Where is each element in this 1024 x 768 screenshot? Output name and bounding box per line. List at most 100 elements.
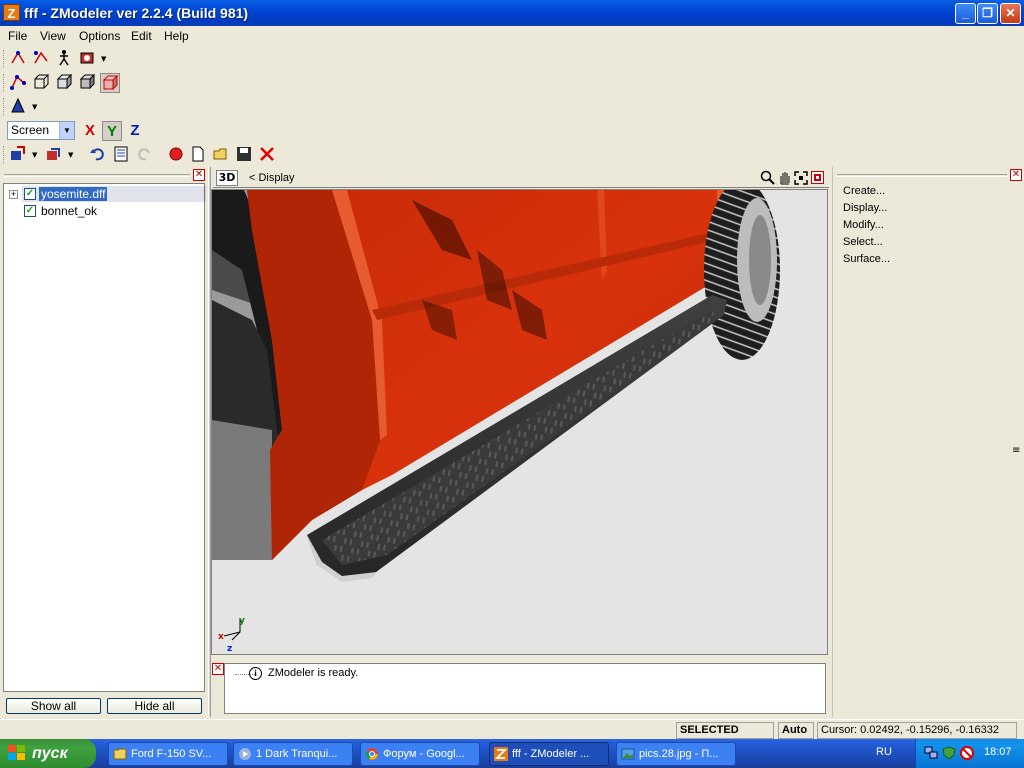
close-log-icon[interactable]: ✕ [212, 663, 224, 675]
chevron-down-icon[interactable]: ▼ [59, 122, 74, 139]
new-file-icon[interactable] [188, 145, 208, 165]
maximize-viewport-icon[interactable] [811, 171, 824, 184]
toolbar-select: ▼ [0, 47, 1024, 71]
import-icon[interactable] [8, 145, 28, 165]
coord-system-value: Screen [11, 123, 50, 137]
task-image-viewer[interactable]: pics.28.jpg - П... [616, 742, 736, 766]
coord-system-select[interactable]: Screen ▼ [7, 121, 75, 140]
cone-primitive-icon[interactable] [8, 97, 28, 117]
auto-indicator[interactable]: Auto [778, 722, 814, 739]
flat-cube-icon[interactable] [54, 73, 74, 93]
fit-view-icon[interactable] [793, 170, 809, 186]
close-panel-icon[interactable]: ✕ [193, 169, 205, 181]
history-list-icon[interactable] [111, 145, 131, 165]
export-icon[interactable] [44, 145, 64, 165]
task-folder-ford[interactable]: Ford F-150 SV... [108, 742, 228, 766]
expand-plus-icon[interactable]: + [9, 190, 18, 199]
menu-options[interactable]: Options [79, 29, 120, 43]
maximize-button[interactable]: ❐ [977, 3, 998, 24]
axis-x-button[interactable]: X [80, 121, 100, 141]
pan-hand-icon[interactable] [777, 170, 793, 186]
command-display[interactable]: Display... [843, 202, 887, 214]
minimize-button[interactable]: _ [955, 3, 976, 24]
create-dropdown-arrow-icon[interactable]: ▼ [32, 97, 37, 117]
redo-icon[interactable] [134, 145, 154, 165]
gizmo-x-label: x [218, 632, 224, 642]
scene-render [212, 190, 827, 654]
axis-y-button[interactable]: Y [102, 121, 122, 141]
save-icon[interactable] [234, 145, 254, 165]
hide-all-button[interactable]: Hide all [107, 698, 202, 714]
wire-cube-icon[interactable] [31, 73, 51, 93]
select-walker-icon[interactable] [54, 49, 74, 69]
zmodeler-app-icon[interactable]: Z [3, 4, 20, 21]
log-output[interactable]: i ZModeler is ready. [224, 663, 826, 714]
cursor-readout: Cursor: 0.02492, -0.15296, -0.16332 [817, 722, 1017, 739]
checkbox-icon[interactable]: ✓ [24, 205, 36, 217]
command-surface[interactable]: Surface... [843, 253, 890, 265]
select-dropdown-arrow-icon[interactable]: ▼ [101, 49, 106, 69]
task-chrome-forum[interactable]: Форум - Googl... [360, 742, 480, 766]
menu-edit[interactable]: Edit [131, 29, 152, 43]
toolbar-grip[interactable] [3, 146, 6, 164]
tree-item-bonnet[interactable]: ✓ bonnet_ok [8, 203, 204, 219]
undo-icon[interactable] [88, 145, 108, 165]
gizmo-z-label: z [227, 644, 233, 654]
task-label: 1 Dark Tranqui... [256, 748, 338, 760]
toolbar-grip[interactable] [3, 74, 6, 92]
checkbox-icon[interactable]: ✓ [24, 188, 36, 200]
media-player-icon [239, 748, 251, 760]
security-shield-icon[interactable] [942, 746, 956, 760]
command-create[interactable]: Create... [843, 185, 885, 197]
menu-file[interactable]: File [8, 29, 27, 43]
start-button[interactable]: пуск [0, 739, 96, 768]
menu-view[interactable]: View [40, 29, 66, 43]
close-button[interactable]: ✕ [1000, 3, 1021, 24]
zoom-icon[interactable] [760, 170, 776, 186]
record-icon[interactable] [166, 145, 186, 165]
selected-mode-indicator[interactable]: SELECTED MODE [676, 722, 774, 751]
view-type-tag[interactable]: 3D [216, 170, 238, 186]
viewport-breadcrumb[interactable]: < Display [249, 172, 295, 184]
toolbar-display-modes [0, 71, 1024, 95]
select-edge-icon[interactable] [31, 49, 51, 69]
image-viewer-icon [621, 748, 635, 760]
scene-tree[interactable]: + ✓ yosemite.dff ✓ bonnet_ok [3, 183, 206, 692]
menu-bar: File View Options Edit Help [0, 26, 1024, 46]
task-label: pics.28.jpg - П... [639, 748, 719, 760]
toolbar-grip[interactable] [3, 98, 6, 116]
menu-help[interactable]: Help [164, 29, 189, 43]
log-panel: ✕ i ZModeler is ready. [211, 660, 828, 716]
select-group-icon[interactable] [77, 49, 97, 69]
command-modify[interactable]: Modify... [843, 219, 884, 231]
task-zmodeler[interactable]: fff - ZModeler ... [489, 742, 609, 766]
toolbar-create: ▼ [0, 95, 1024, 119]
textured-cube-icon[interactable] [100, 73, 120, 93]
import-dropdown-arrow-icon[interactable]: ▼ [32, 145, 37, 165]
task-label: Ford F-150 SV... [131, 748, 212, 760]
toolbar-file: ▼ ▼ [0, 143, 1024, 167]
axis-z-button[interactable]: Z [125, 121, 145, 141]
window-title: fff - ZModeler ver 2.2.4 (Build 981) [24, 5, 249, 21]
tree-item-yosemite[interactable]: + ✓ yosemite.dff [8, 186, 206, 202]
select-vertex-icon[interactable] [8, 49, 28, 69]
toolbar-grip[interactable] [3, 50, 6, 68]
shaded-cube-icon[interactable] [77, 73, 97, 93]
vertex-mode-icon[interactable] [8, 73, 28, 93]
close-panel-icon[interactable]: ✕ [1010, 169, 1022, 181]
language-indicator[interactable]: RU [876, 746, 892, 758]
panel-resize-grip-icon[interactable]: ≡ [1012, 445, 1020, 456]
command-select[interactable]: Select... [843, 236, 883, 248]
command-panel: ✕ Create... Display... Modify... Select.… [832, 167, 1024, 717]
network-icon[interactable] [924, 746, 938, 760]
tree-item-label: bonnet_ok [41, 204, 98, 218]
clock[interactable]: 18:07 [984, 746, 1012, 758]
task-media-player[interactable]: 1 Dark Tranqui... [233, 742, 353, 766]
viewport-3d[interactable]: y x z [211, 189, 828, 655]
open-folder-icon[interactable] [211, 145, 231, 165]
delete-icon[interactable] [257, 145, 277, 165]
system-tray: 18:07 [915, 739, 1024, 768]
show-all-button[interactable]: Show all [6, 698, 101, 714]
blocked-icon[interactable] [960, 746, 974, 760]
export-dropdown-arrow-icon[interactable]: ▼ [68, 145, 73, 165]
